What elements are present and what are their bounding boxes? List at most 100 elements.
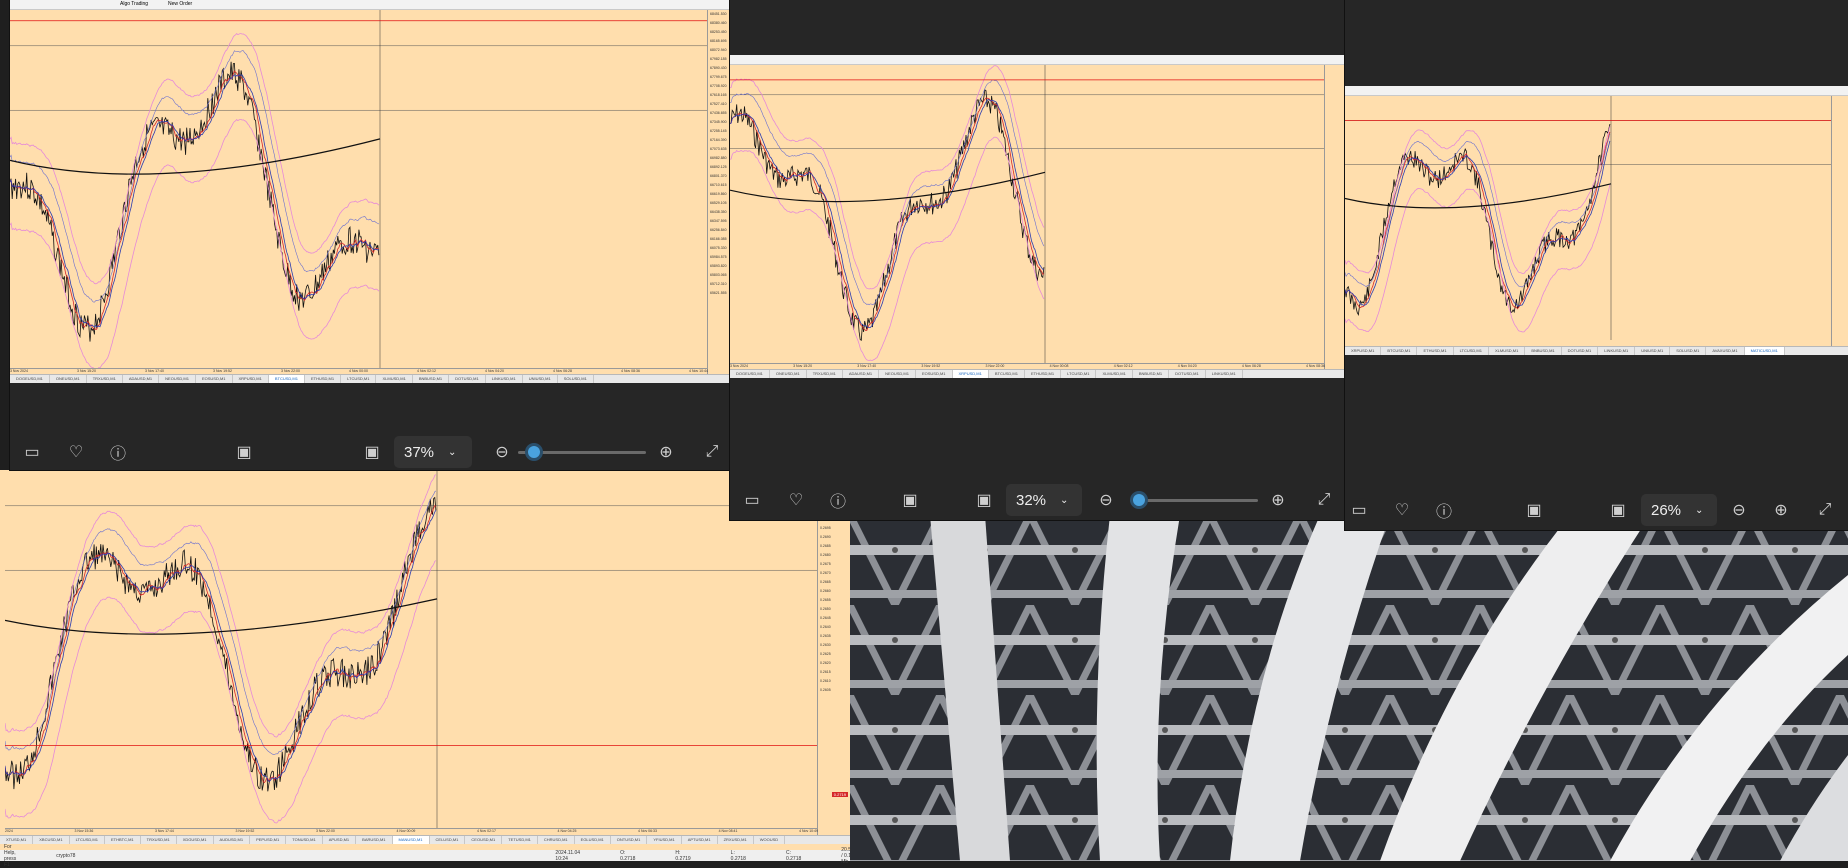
symbol-tab[interactable]: ETHUSD,M1 xyxy=(1417,347,1454,355)
symbol-tab[interactable]: TETUSD,M1 xyxy=(502,836,538,844)
chart-screenshot-3[interactable] xyxy=(1345,96,1848,346)
symbol-tab[interactable]: UNIUSD,M1 xyxy=(1635,347,1671,355)
zoom-out-icon[interactable]: ⊖ xyxy=(1092,486,1120,514)
filmstrip-icon[interactable]: ▭ xyxy=(738,486,766,514)
symbol-tab[interactable]: ONEUSD,M1 xyxy=(770,370,807,378)
symbol-tab[interactable]: BNBUSD,M1 xyxy=(1525,347,1562,355)
filmstrip-icon[interactable]: ▭ xyxy=(18,438,46,466)
symbol-tab[interactable]: AUDUSD,M1 xyxy=(214,836,251,844)
symbol-tab[interactable]: UNIUSD,M1 xyxy=(523,375,558,383)
zoom-level-dropdown[interactable]: 37% ⌄ xyxy=(394,436,472,468)
symbol-tab[interactable]: PEPUSD,M1 xyxy=(250,836,287,844)
symbol-tab[interactable]: LINKUSD,M1 xyxy=(1598,347,1636,355)
fullscreen-icon[interactable]: ⤢ xyxy=(1310,486,1338,514)
zoom-in-icon[interactable]: ⊕ xyxy=(1264,486,1292,514)
zoom-level-dropdown[interactable]: 32% ⌄ xyxy=(1006,484,1082,516)
symbol-tab[interactable]: NEOUSD,M1 xyxy=(879,370,916,378)
symbol-tab[interactable]: YFIUSD,M1 xyxy=(647,836,682,844)
symbol-tab[interactable]: XLMUSD,M1 xyxy=(1489,347,1526,355)
symbol-tab[interactable]: XLMUSD,M1 xyxy=(376,375,413,383)
symbol-tab[interactable]: TRXUSD,M1 xyxy=(807,370,843,378)
symbol-tab[interactable]: LINKUSD,M1 xyxy=(486,375,523,383)
symbol-tab[interactable]: TRXUSD,M1 xyxy=(87,375,123,383)
symbol-tab[interactable]: TONUSD,M1 xyxy=(286,836,323,844)
symbol-tab[interactable]: EOSUSD,M1 xyxy=(916,370,953,378)
symbol-tab[interactable]: ETHUSD,M1 xyxy=(305,375,342,383)
zoom-level-dropdown[interactable]: 26% ⌄ xyxy=(1641,494,1717,526)
symbol-tab[interactable]: BARUSD,M1 xyxy=(356,836,393,844)
symbol-tab[interactable]: AVAXUSD,M1 xyxy=(1706,347,1745,355)
symbol-tab[interactable]: APUSD,M1 xyxy=(323,836,357,844)
symbol-tab[interactable]: BNBUSD,M1 xyxy=(1133,370,1170,378)
zoom-out-icon[interactable]: ⊖ xyxy=(488,438,516,466)
symbol-tab[interactable]: XRPUSD,M1 xyxy=(952,370,989,378)
symbol-tab[interactable]: XRPUSD,M1 xyxy=(233,375,269,383)
symbol-tab[interactable]: CEOUSD,M1 xyxy=(465,836,503,844)
zoom-out-icon[interactable]: ⊖ xyxy=(1725,496,1753,524)
symbol-tab[interactable]: CHRUSD,M1 xyxy=(538,836,575,844)
symbol-tab[interactable]: NEOUSD,M1 xyxy=(159,375,196,383)
symbol-tab[interactable]: SOLUSD,M1 xyxy=(558,375,594,383)
symbol-tab[interactable]: APTUSD,M1 xyxy=(682,836,718,844)
symbol-tab[interactable]: LTCUSD,M1 xyxy=(1454,347,1489,355)
favorite-heart-icon[interactable]: ♡ xyxy=(1388,496,1416,524)
symbol-tab[interactable]: BTCUSD,M1 xyxy=(268,375,305,383)
favorite-heart-icon[interactable]: ♡ xyxy=(62,438,90,466)
symbol-tab[interactable]: ADAUSD,M1 xyxy=(843,370,880,378)
symbol-tab[interactable]: DOTUSD,M1 xyxy=(449,375,486,383)
zoom-slider[interactable] xyxy=(518,446,646,458)
zoom-slider-thumb[interactable] xyxy=(1132,494,1145,506)
info-icon[interactable]: ⓘ xyxy=(824,486,852,514)
symbol-tab[interactable]: ADAUSD,M1 xyxy=(123,375,160,383)
symbol-tab[interactable]: TRXUSD,M1 xyxy=(141,836,177,844)
symbol-tab[interactable]: EOSUSD,M1 xyxy=(196,375,233,383)
crop-icon[interactable]: ▣ xyxy=(896,486,924,514)
symbol-tab[interactable]: XRPUSD,M1 xyxy=(1345,347,1382,355)
info-icon[interactable]: ⓘ xyxy=(104,438,132,466)
symbol-tab[interactable]: CELUSD,M1 xyxy=(430,836,466,844)
new-order-button[interactable]: New Order xyxy=(168,1,192,7)
fullscreen-icon[interactable]: ⤢ xyxy=(1811,496,1839,524)
symbol-tab[interactable]: XDGUSD,M1 xyxy=(177,836,214,844)
symbol-tab[interactable]: XLMUSD,M1 xyxy=(1096,370,1133,378)
chart-screenshot-1[interactable]: 68451.530 68380.460 68253.450 68165.695 6807… xyxy=(10,10,730,375)
zoom-slider-thumb[interactable] xyxy=(528,446,541,458)
symbol-tab[interactable]: LTCUSD,M1 xyxy=(70,836,105,844)
symbol-tab[interactable]: DOTUSD,M1 xyxy=(1562,347,1599,355)
symbol-tab[interactable]: BTCUSD,M1 xyxy=(989,370,1025,378)
symbol-tab[interactable]: DOGEUSD,M1 xyxy=(730,370,770,378)
symbol-tab[interactable]: DOTUSD,M1 xyxy=(1169,370,1206,378)
info-icon[interactable]: ⓘ xyxy=(1430,496,1458,524)
filmstrip-icon[interactable]: ▭ xyxy=(1345,496,1373,524)
chart-screenshot-2[interactable]: 3 Nov 2024 3 Nov 15:20 3 Nov 17:40 3 Nov 19… xyxy=(730,65,1345,370)
price-chart-area[interactable]: 0.27250.27200.27150.27100.27050.27000.26… xyxy=(5,470,850,835)
fit-screen-icon[interactable]: ▣ xyxy=(1604,496,1632,524)
symbol-tab[interactable]: ETHUSD,M1 xyxy=(1025,370,1062,378)
symbol-tab[interactable]: BTCUSD,M1 xyxy=(1381,347,1418,355)
crop-icon[interactable]: ▣ xyxy=(1520,496,1548,524)
symbol-tab[interactable]: ETHBTC,M1 xyxy=(105,836,141,844)
symbol-tab[interactable]: WOOUSD xyxy=(754,836,786,844)
symbol-tab[interactable]: SOLUSD,M1 xyxy=(1670,347,1707,355)
symbol-tab[interactable]: MANUSD,M1 xyxy=(392,836,430,844)
symbol-tab[interactable]: LINKUSD,M1 xyxy=(1206,370,1243,378)
zoom-slider[interactable] xyxy=(1130,494,1258,506)
symbol-tab[interactable]: BNBUSD,M1 xyxy=(413,375,450,383)
fit-screen-icon[interactable]: ▣ xyxy=(970,486,998,514)
symbol-tab[interactable]: EGLUSD,M1 xyxy=(575,836,611,844)
symbol-tab[interactable]: ZRXUSD,M1 xyxy=(718,836,754,844)
symbol-tab[interactable]: MATICUSD,M1 xyxy=(1744,347,1785,355)
algo-trading-button[interactable]: Algo Trading xyxy=(120,1,148,7)
zoom-in-icon[interactable]: ⊕ xyxy=(652,438,680,466)
favorite-heart-icon[interactable]: ♡ xyxy=(782,486,810,514)
fit-screen-icon[interactable]: ▣ xyxy=(358,438,386,466)
symbol-tab[interactable]: DOGEUSD,M1 xyxy=(10,375,50,383)
symbol-tab[interactable]: ONEUSD,M1 xyxy=(50,375,87,383)
fullscreen-icon[interactable]: ⤢ xyxy=(698,438,726,466)
symbol-tab[interactable]: LTCUSD,M1 xyxy=(1061,370,1097,378)
zoom-in-icon[interactable]: ⊕ xyxy=(1767,496,1795,524)
symbol-tab[interactable]: ONTUSD,M1 xyxy=(611,836,648,844)
crop-icon[interactable]: ▣ xyxy=(230,438,258,466)
price-axis[interactable]: 0.27250.27200.27150.27100.27050.27000.26… xyxy=(817,470,850,835)
symbol-tab[interactable]: XBCUSD,M1 xyxy=(33,836,70,844)
